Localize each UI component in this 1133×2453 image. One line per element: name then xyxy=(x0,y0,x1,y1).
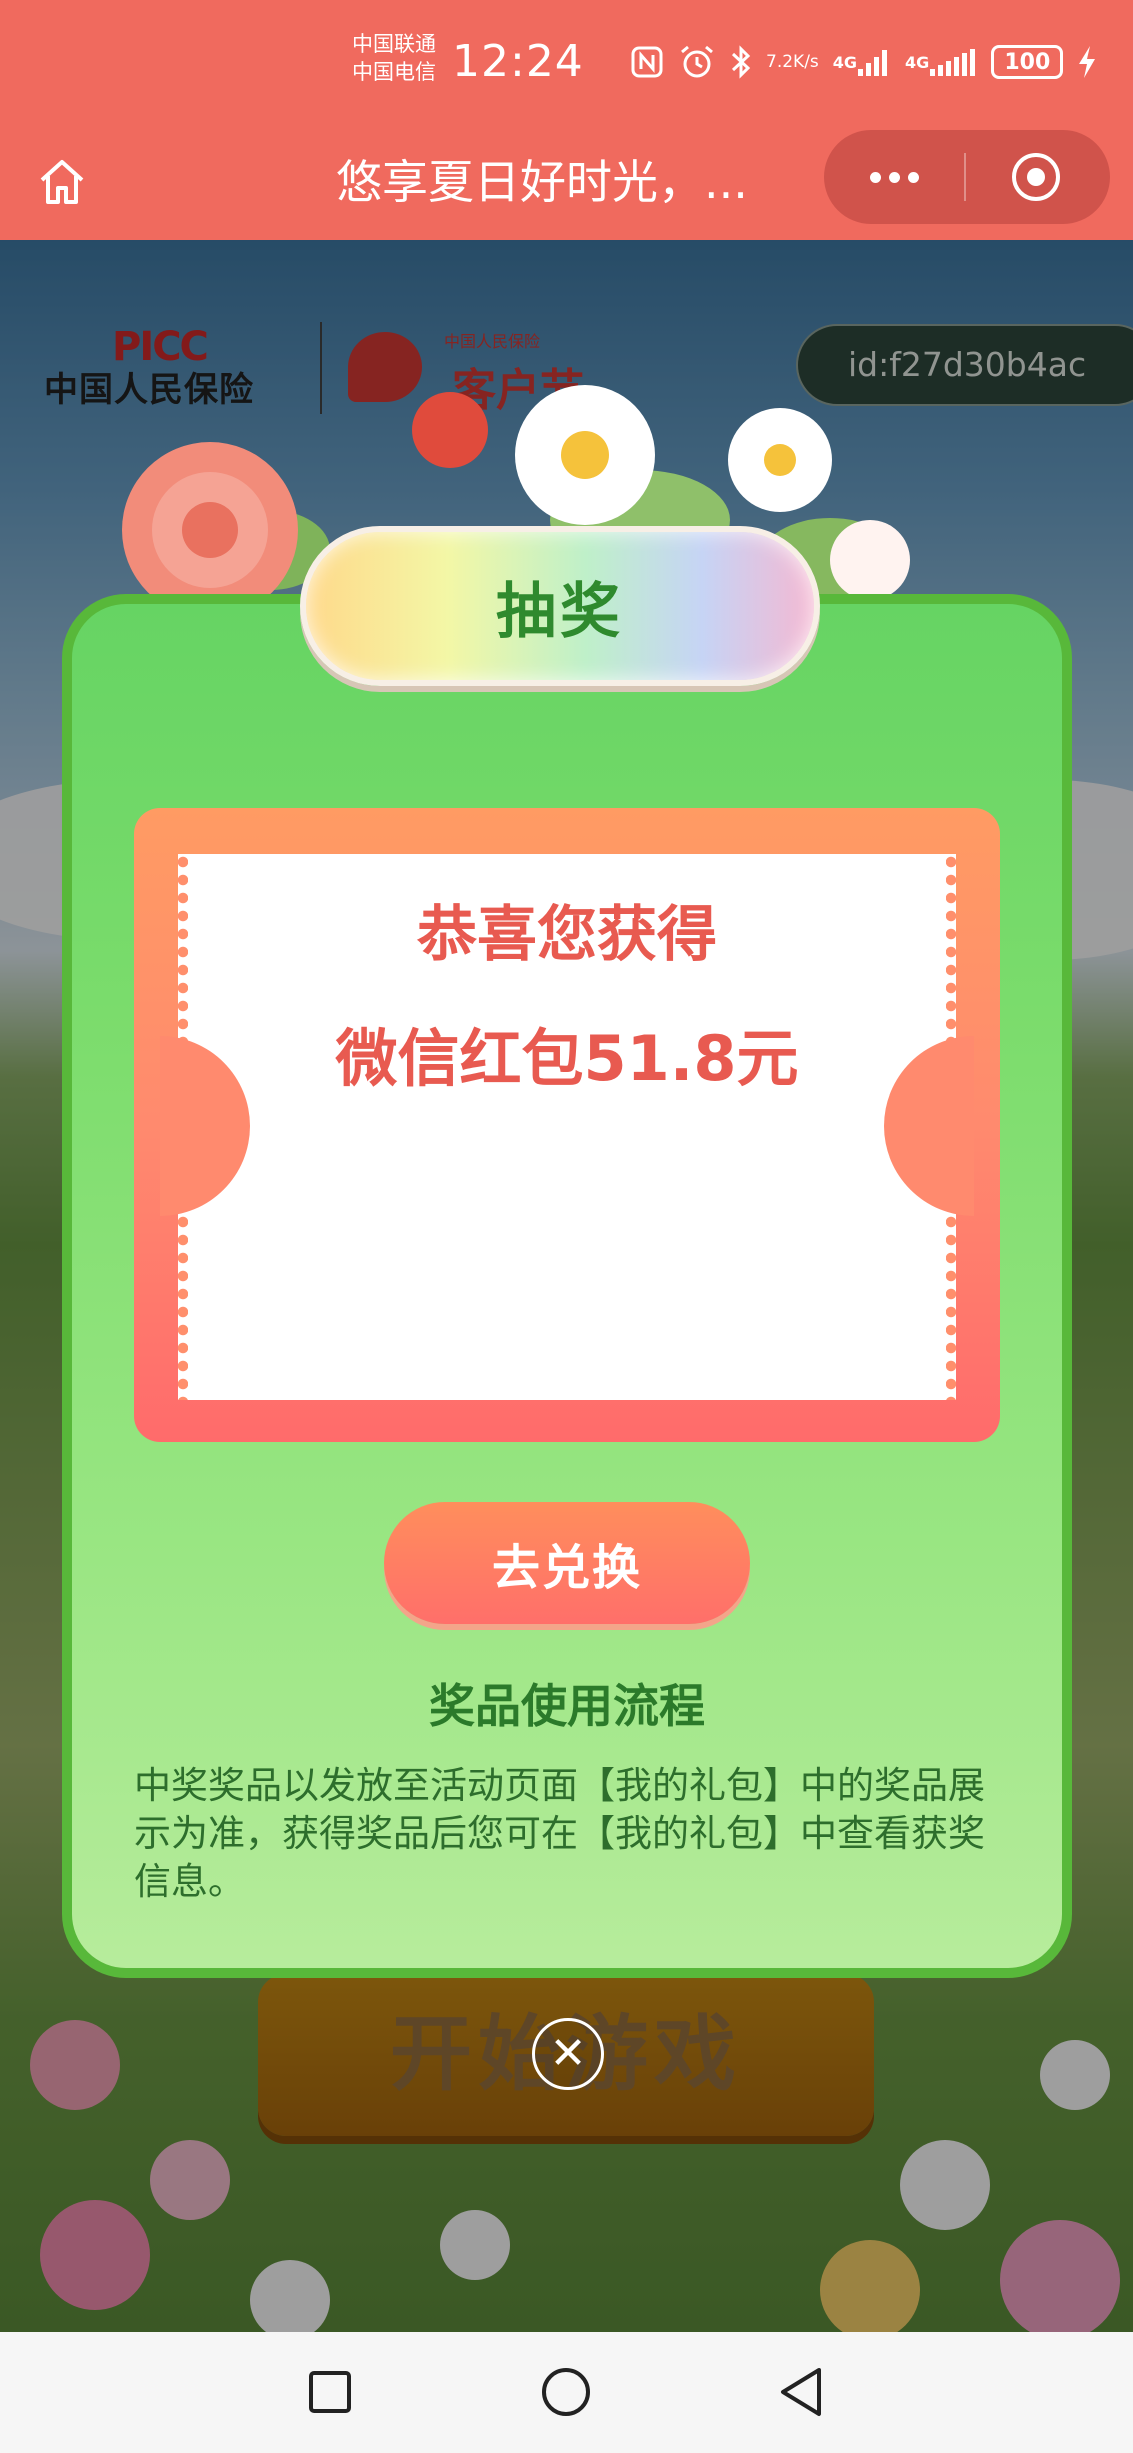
recents-button[interactable] xyxy=(298,2360,362,2424)
modal-title: 抽奖 xyxy=(496,576,624,647)
nfc-icon xyxy=(630,45,664,79)
carrier-info: 中国联通 中国电信 xyxy=(352,30,436,86)
charging-icon xyxy=(1077,45,1097,79)
circle-icon xyxy=(542,2368,590,2416)
prize-text: 微信红包51.8元 xyxy=(335,1022,799,1095)
usage-description: 中奖奖品以发放至活动页面【我的礼包】中的奖品展示为准，获得奖品后您可在【我的礼包… xyxy=(134,1764,985,1903)
net-speed: 7.2 K/s xyxy=(766,52,819,72)
status-time: 12:24 xyxy=(452,36,584,87)
home-button[interactable] xyxy=(28,148,96,216)
battery-indicator: 100 xyxy=(991,45,1064,79)
capsule-menu xyxy=(824,130,1110,224)
status-bar: 中国联通 中国电信 12:24 7.2 K/s 4G 4G 100 xyxy=(0,0,1133,126)
close-miniprogram-button[interactable] xyxy=(966,150,1106,204)
home-icon xyxy=(40,160,84,204)
target-icon xyxy=(1012,153,1060,201)
system-navigation-bar xyxy=(0,2332,1133,2453)
status-icons: 7.2 K/s 4G 4G 100 xyxy=(630,36,1097,88)
redeem-button[interactable]: 去兑换 xyxy=(384,1502,750,1624)
navigation-bar: 悠享夏日好时光，... xyxy=(0,126,1133,240)
close-icon: ✕ xyxy=(549,2028,587,2079)
more-icon xyxy=(869,171,881,183)
carrier-1: 中国联通 xyxy=(352,32,436,56)
modal-title-badge: 抽奖 xyxy=(300,526,820,686)
signal-1-icon: 4G xyxy=(833,47,891,77)
square-icon xyxy=(309,2371,351,2413)
back-triangle-icon xyxy=(781,2368,821,2416)
home-system-button[interactable] xyxy=(534,2360,598,2424)
congrats-text: 恭喜您获得 xyxy=(417,900,717,970)
close-modal-button[interactable]: ✕ xyxy=(532,2018,604,2090)
page-title: 悠享夏日好时光，... xyxy=(336,155,748,209)
usage-title: 奖品使用流程 xyxy=(429,1679,705,1733)
alarm-icon xyxy=(678,44,716,80)
back-button[interactable] xyxy=(770,2360,834,2424)
more-button[interactable] xyxy=(824,171,964,183)
carrier-2: 中国电信 xyxy=(352,60,436,84)
bluetooth-icon xyxy=(730,44,752,80)
signal-2-icon: 4G xyxy=(905,47,977,77)
